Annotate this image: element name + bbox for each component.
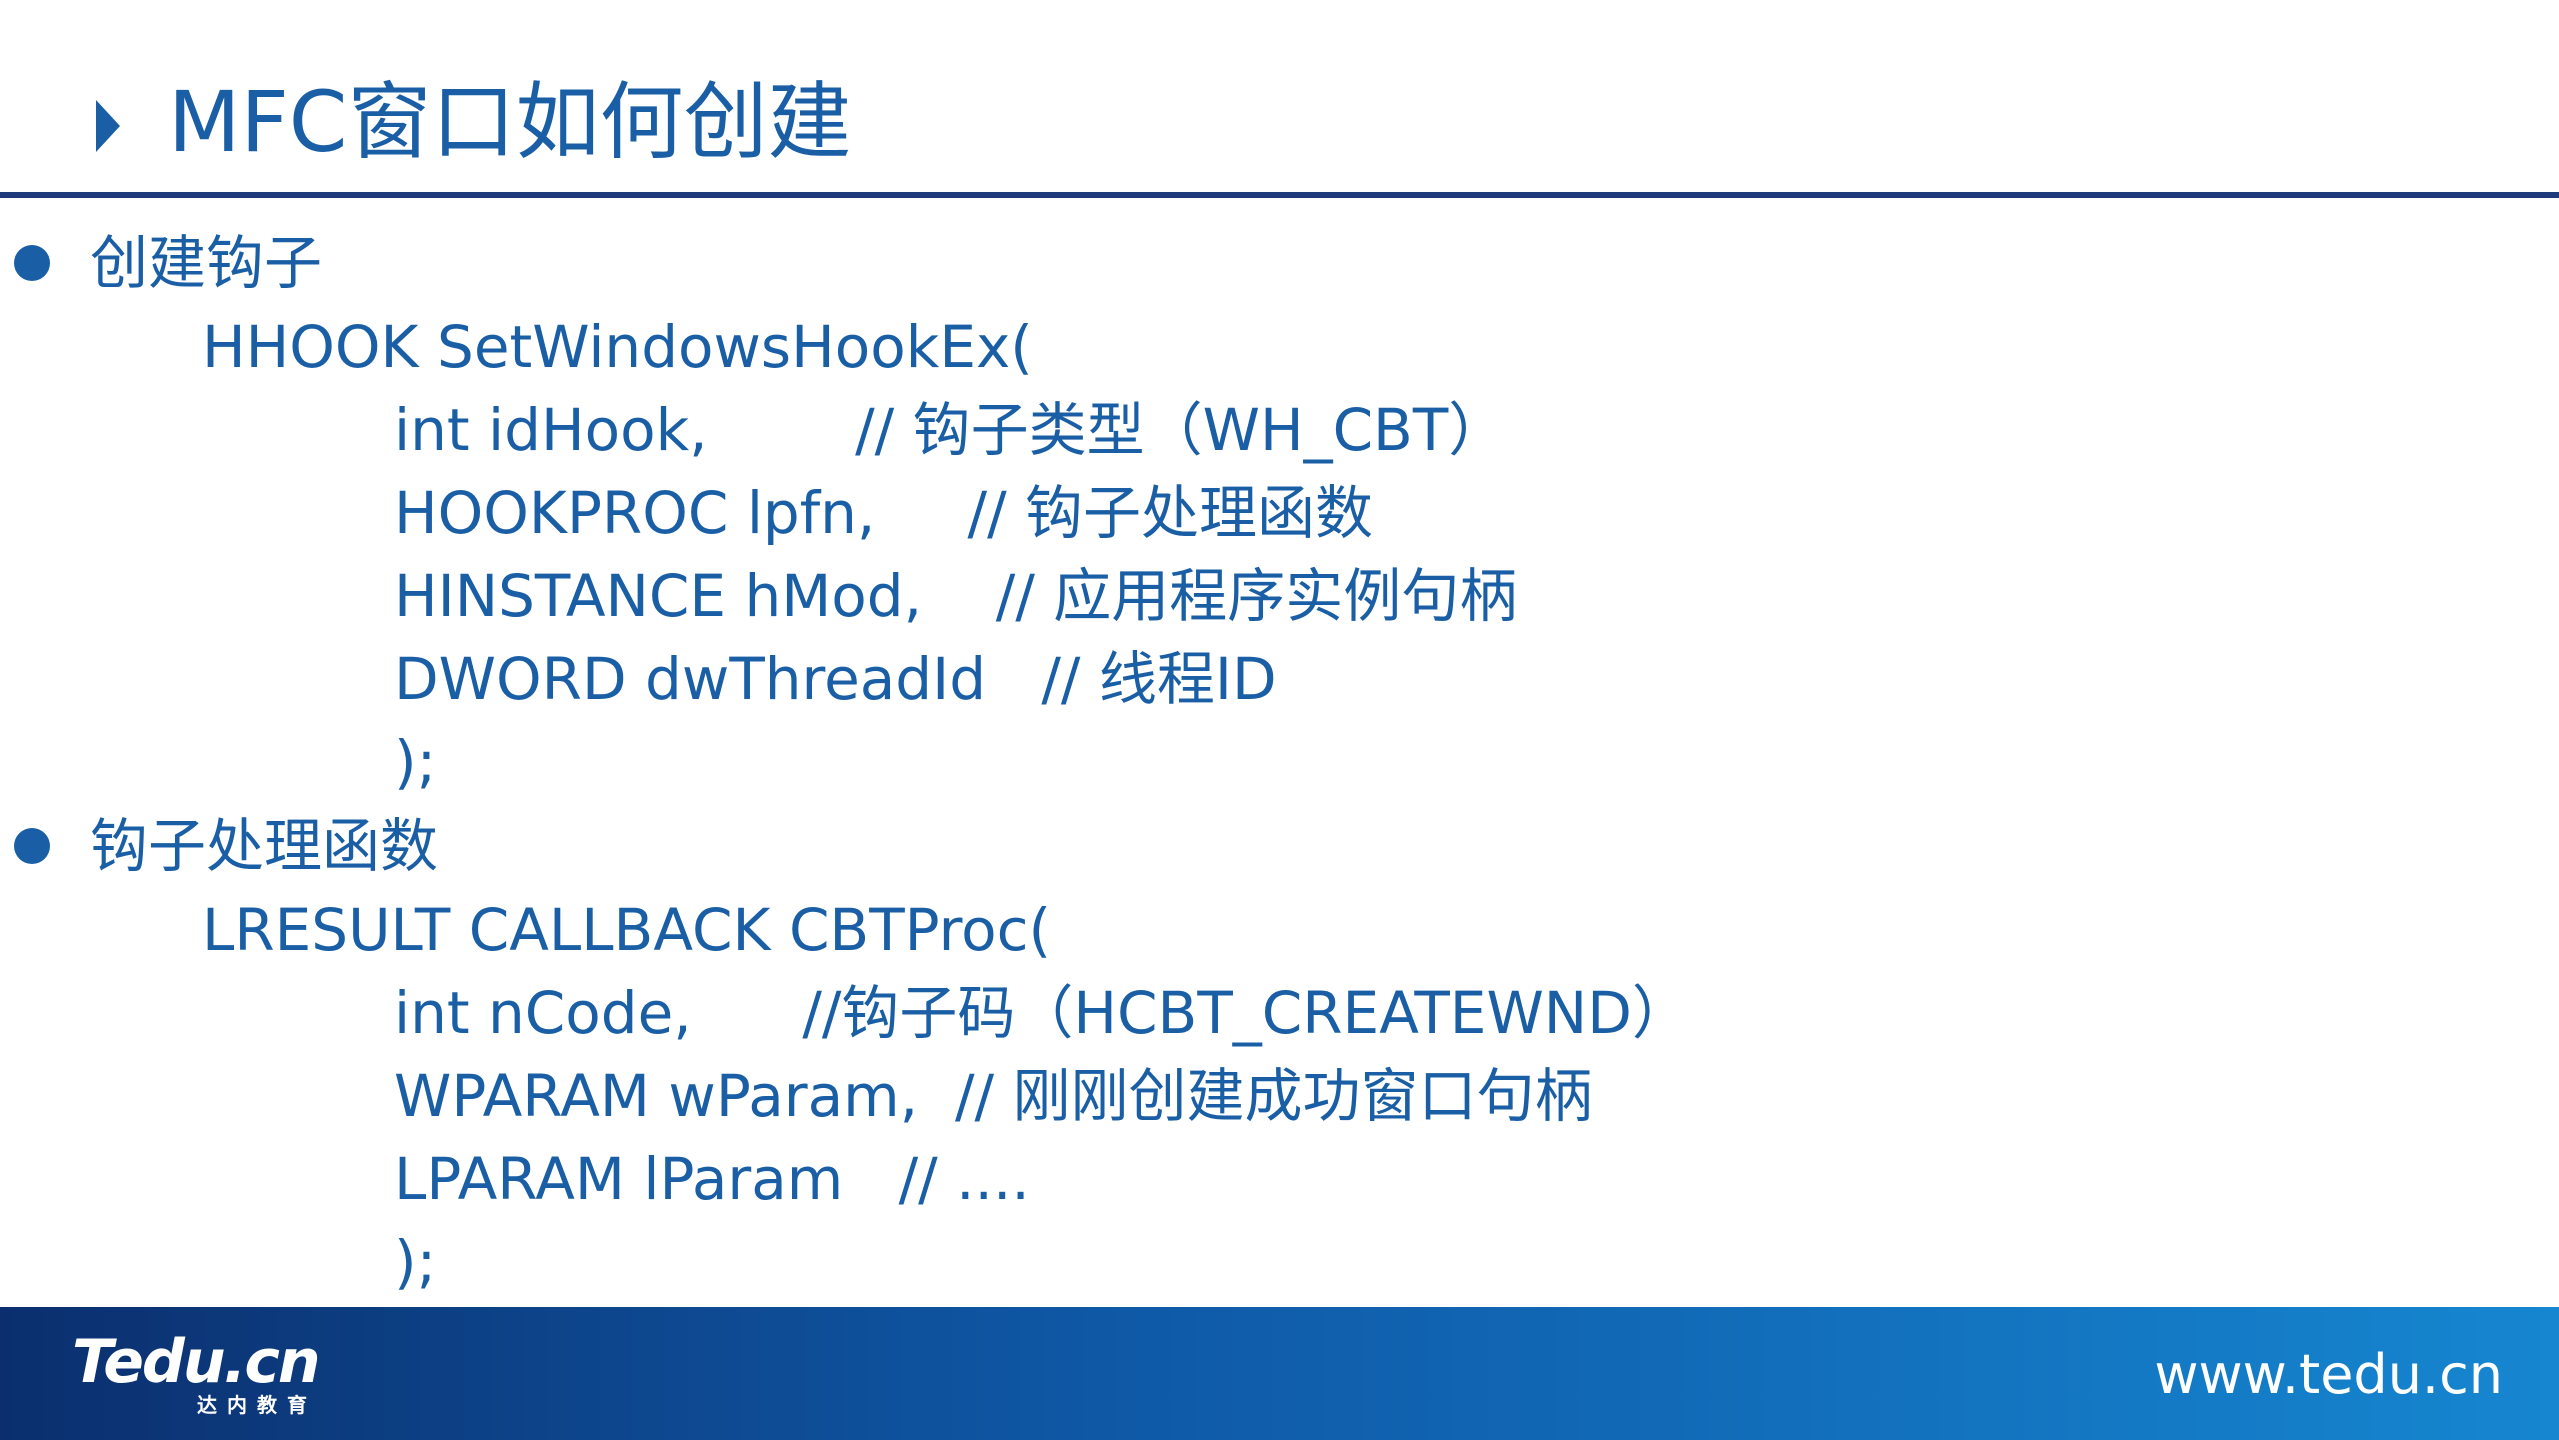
code-line: WPARAM wParam, // 刚刚创建成功窗口句柄 xyxy=(394,1062,1593,1130)
code-line: int idHook, // 钩子类型（WH_CBT） xyxy=(394,396,1507,464)
logo-wordmark: Tedu.cn xyxy=(72,1327,321,1397)
bullet-dot-icon xyxy=(14,828,50,864)
section-heading: 钩子处理函数 xyxy=(90,812,439,880)
code-line: HINSTANCE hMod, // 应用程序实例句柄 xyxy=(394,562,1518,630)
section-heading: 创建钩子 xyxy=(90,229,323,297)
title-divider xyxy=(0,192,2559,198)
bullet-dot-icon xyxy=(14,245,50,281)
title-marker-icon xyxy=(96,100,120,152)
code-line: HOOKPROC lpfn, // 钩子处理函数 xyxy=(394,479,1374,547)
slide-title: MFC窗口如何创建 xyxy=(168,73,852,171)
code-line: LPARAM lParam // .... xyxy=(394,1145,1030,1213)
code-line: ); xyxy=(394,1228,437,1296)
code-line: LRESULT CALLBACK CBTProc( xyxy=(202,896,1052,964)
tedu-logo: Tedu.cn 达内教育 xyxy=(72,1327,332,1427)
code-line: int nCode, //钩子码（HCBT_CREATEWND） xyxy=(394,979,1690,1047)
footer-bar: Tedu.cn 达内教育 www.tedu.cn xyxy=(0,1307,2559,1440)
logo-subtitle: 达内教育 xyxy=(197,1393,317,1417)
code-line: ); xyxy=(394,728,437,796)
code-line: HHOOK SetWindowsHookEx( xyxy=(202,313,1033,381)
code-line: DWORD dwThreadId // 线程ID xyxy=(394,645,1277,713)
website-url: www.tedu.cn xyxy=(2154,1343,2503,1406)
slide: MFC窗口如何创建 创建钩子 HHOOK SetWindowsHookEx( i… xyxy=(0,0,2559,1440)
